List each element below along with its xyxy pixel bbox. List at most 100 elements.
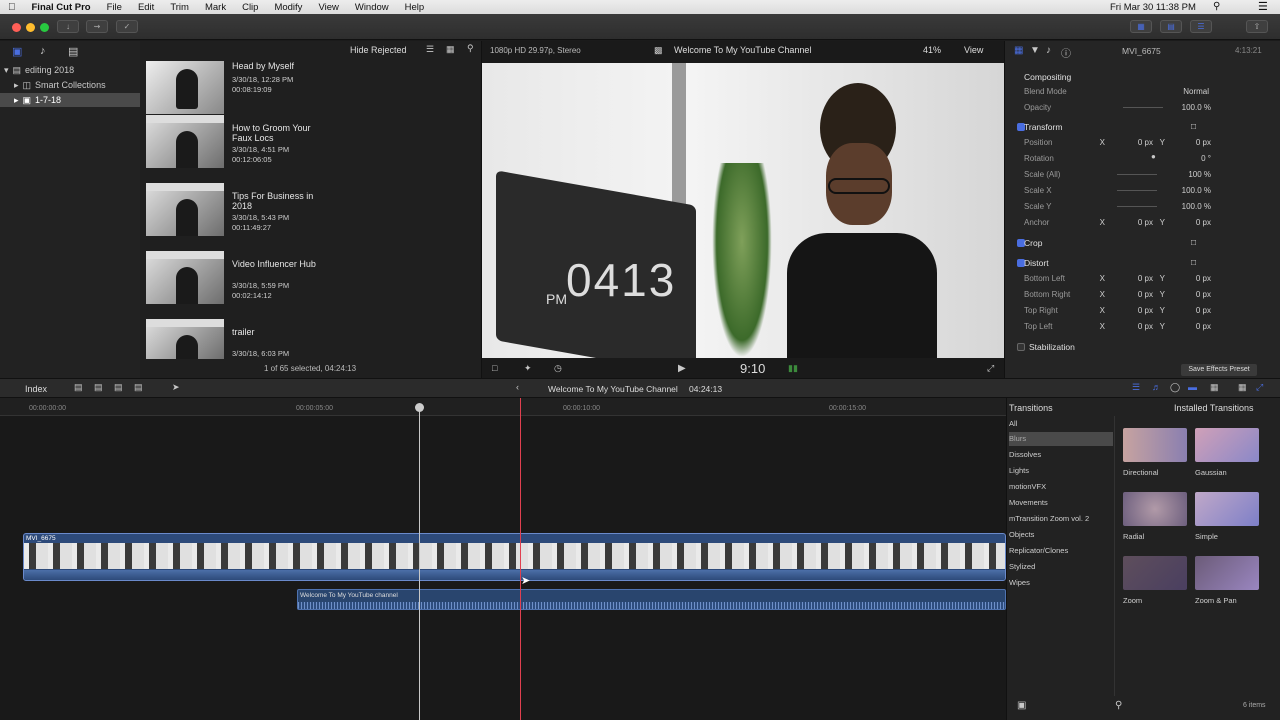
category-lights[interactable]: Lights (1009, 464, 1113, 478)
category-objects[interactable]: Objects (1009, 528, 1113, 542)
edit-append-icon[interactable]: ▤ (114, 382, 123, 393)
info-icon[interactable]: ⓘ (1061, 45, 1071, 60)
speed-icon[interactable]: ◷ (554, 363, 562, 374)
timecode-display[interactable]: 9:10 (740, 361, 765, 376)
category-dissolves[interactable]: Dissolves (1009, 448, 1113, 462)
crop-section[interactable]: Crop □ (1005, 235, 1280, 253)
scale-x-row[interactable]: Scale X 100.0 % (1005, 183, 1280, 199)
transition-radial[interactable] (1123, 492, 1187, 526)
rotation-dial-icon[interactable]: ● (1151, 152, 1156, 161)
menu-window[interactable]: Window (347, 2, 397, 13)
filter-icon[interactable]: ▼ (1030, 45, 1040, 56)
zoom-button[interactable] (40, 23, 49, 32)
scale-slider[interactable] (1117, 174, 1157, 175)
audio-inspector-icon[interactable]: ♪ (1046, 45, 1051, 56)
inspector-toggle-icon[interactable]: ☰ (1190, 20, 1212, 33)
view-menu[interactable]: View (964, 45, 983, 55)
clip-thumbnail[interactable] (146, 183, 224, 236)
search-icon[interactable]: ⚲ (1115, 700, 1122, 711)
clip-thumbnail[interactable] (146, 61, 224, 114)
select-tool-icon[interactable]: ➤ (172, 382, 180, 393)
edit-overwrite-icon[interactable]: ▤ (134, 382, 143, 393)
minimize-button[interactable] (26, 23, 35, 32)
zoom-popup[interactable]: 41% (923, 45, 941, 55)
transitions-browser-icon[interactable]: ⤢ (1256, 382, 1263, 393)
fullscreen-icon[interactable]: ⤢ (987, 363, 994, 374)
spotlight-icon[interactable]: ⚲ (1213, 1, 1220, 12)
distort-onscreen-icon[interactable]: □ (1191, 257, 1196, 267)
event-item[interactable]: ▸ ▣ 1-7-18 (0, 93, 140, 107)
library-item[interactable]: ▾ ▤ editing 2018 (4, 63, 74, 77)
rotation-row[interactable]: Rotation ● 0 ° (1005, 151, 1280, 167)
clip-thumbnail[interactable] (146, 319, 224, 359)
scale-x-slider[interactable] (1117, 190, 1157, 191)
playhead-handle[interactable] (415, 403, 424, 412)
effects-browser-icon[interactable]: ▦ (1238, 382, 1247, 393)
timeline[interactable]: 00:00:00:00 00:00:05:00 00:00:10:00 00:0… (0, 398, 1006, 720)
import-button[interactable]: ↓ (57, 20, 79, 33)
list-item[interactable]: How to Groom Your Faux Locs 3/30/18, 4:5… (146, 111, 476, 171)
list-item[interactable]: trailer 3/30/18, 6:03 PM (146, 315, 476, 359)
category-movements[interactable]: Movements (1009, 496, 1113, 510)
disclosure-icon[interactable]: ▸ (14, 80, 19, 91)
menu-view[interactable]: View (310, 2, 346, 13)
menu-modify[interactable]: Modify (266, 2, 310, 13)
transition-simple[interactable] (1195, 492, 1259, 526)
menu-edit[interactable]: Edit (130, 2, 162, 13)
photos-icon[interactable]: ♪ (40, 45, 46, 57)
audio-skimming-icon[interactable]: ♬ (1152, 382, 1161, 392)
solo-icon[interactable]: ◯ (1170, 382, 1180, 393)
disclosure-icon[interactable]: ▾ (4, 65, 9, 76)
clip-appearance-icon[interactable]: ▦ (1210, 382, 1219, 393)
snapping-icon[interactable]: ▬ (1188, 382, 1197, 392)
transition-directional[interactable] (1123, 428, 1187, 462)
scale-y-slider[interactable] (1117, 206, 1157, 207)
transform-onscreen-icon[interactable]: □ (1191, 121, 1196, 131)
clip-appearance-icon[interactable]: ▦ (446, 44, 455, 55)
edit-insert-icon[interactable]: ▤ (94, 382, 103, 393)
background-tasks-button[interactable]: ✓ (116, 20, 138, 33)
search-icon[interactable]: ⚲ (467, 43, 474, 54)
close-button[interactable] (12, 23, 21, 32)
list-item[interactable]: Tips For Business in 2018 3/30/18, 5:43 … (146, 179, 476, 239)
keywords-button[interactable]: ⇝ (86, 20, 108, 33)
ruler[interactable]: 00:00:00:00 00:00:05:00 00:00:10:00 00:0… (0, 398, 1006, 416)
category-mtransition-zoom[interactable]: mTransition Zoom vol. 2 (1009, 512, 1113, 526)
menu-help[interactable]: Help (397, 2, 433, 13)
save-effects-preset-button[interactable]: Save Effects Preset (1181, 364, 1257, 376)
clip-thumbnail[interactable] (146, 251, 224, 304)
position-row[interactable]: Position X 0 px Y 0 px (1005, 135, 1280, 151)
apple-icon[interactable]:  (0, 2, 24, 13)
menu-mark[interactable]: Mark (197, 2, 234, 13)
top-right-row[interactable]: Top Right X 0 px Y 0 px (1005, 303, 1280, 319)
notification-icon[interactable]: ☰ (1258, 0, 1268, 13)
transition-gaussian[interactable] (1195, 428, 1259, 462)
disclosure-icon[interactable]: ▸ (14, 95, 19, 106)
menu-clip[interactable]: Clip (234, 2, 266, 13)
crop-tool-icon[interactable]: □ (492, 363, 497, 373)
skimming-icon[interactable]: ☰ (1132, 382, 1140, 393)
blend-mode-popup[interactable]: Normal (1175, 87, 1209, 96)
menu-trim[interactable]: Trim (162, 2, 197, 13)
play-button[interactable]: ▶ (678, 363, 686, 374)
edit-connect-icon[interactable]: ▤ (74, 382, 83, 393)
timeline-toggle-icon[interactable]: ▤ (1160, 20, 1182, 33)
clip-thumbnail[interactable] (146, 115, 224, 168)
category-wipes[interactable]: Wipes (1009, 576, 1113, 590)
video-frame[interactable]: PM 0413 (482, 63, 1004, 358)
opacity-row[interactable]: Opacity 100.0 % (1005, 100, 1280, 116)
category-motionvfx[interactable]: motionVFX (1009, 480, 1113, 494)
clock[interactable]: Fri Mar 30 11:38 PM (1110, 2, 1196, 13)
video-inspector-icon[interactable]: ▦ (1014, 45, 1023, 56)
filter-popup[interactable]: Hide Rejected (350, 45, 407, 55)
category-blurs[interactable]: Blurs (1009, 432, 1113, 446)
crop-onscreen-icon[interactable]: □ (1191, 237, 1196, 247)
list-item[interactable]: Video Influencer Hub 3/30/18, 5:59 PM 00… (146, 247, 476, 307)
opacity-slider[interactable] (1123, 107, 1163, 108)
top-left-row[interactable]: Top Left X 0 px Y 0 px (1005, 319, 1280, 335)
scale-y-row[interactable]: Scale Y 100.0 % (1005, 199, 1280, 215)
transition-zoom-pan[interactable] (1195, 556, 1259, 590)
list-view-icon[interactable]: ☰ (426, 44, 434, 55)
libraries-icon[interactable]: ▣ (12, 45, 22, 58)
bottom-left-row[interactable]: Bottom Left X 0 px Y 0 px (1005, 271, 1280, 287)
